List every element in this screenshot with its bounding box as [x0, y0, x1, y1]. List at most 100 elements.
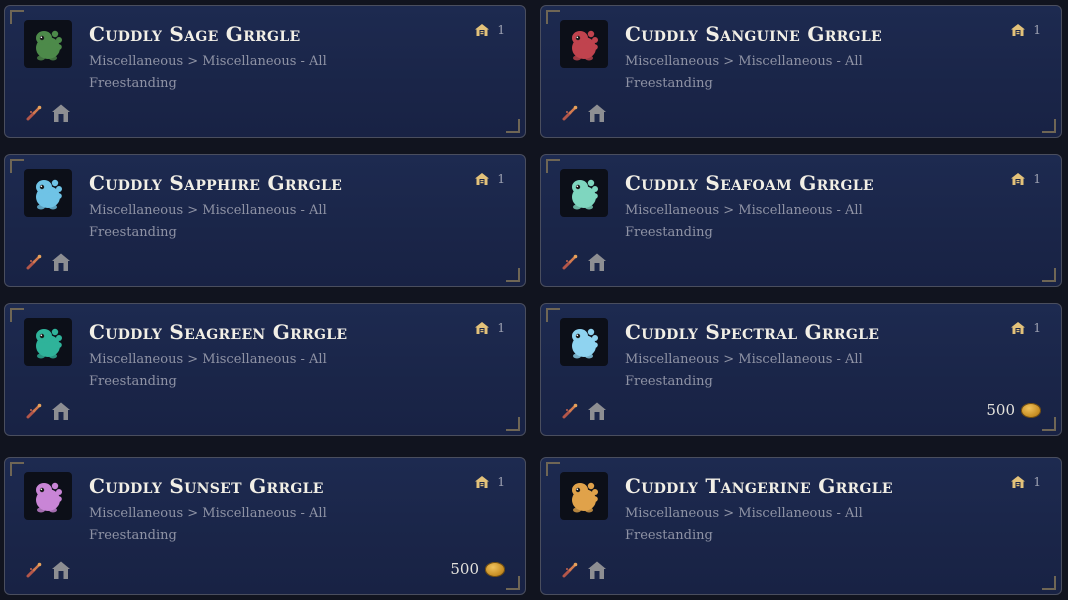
corner-ornament — [10, 462, 24, 476]
housing-home-icon[interactable] — [51, 103, 71, 123]
tangerine-grrgle-icon — [572, 482, 598, 513]
housing-home-icon[interactable] — [587, 252, 607, 272]
item-category: Miscellaneous > Miscellaneous - All — [89, 54, 327, 69]
item-thumbnail — [24, 472, 72, 520]
item-title: Cuddly Tangerine Grrgle — [625, 474, 893, 498]
sapphire-grrgle-icon — [36, 179, 62, 210]
owned-count-value: 1 — [1033, 475, 1041, 489]
item-tags — [25, 252, 71, 272]
corner-ornament — [506, 268, 520, 282]
item-category: Miscellaneous > Miscellaneous - All — [89, 506, 327, 521]
item-card-4[interactable]: Cuddly Seafoam Grrgle Miscellaneous > Mi… — [540, 154, 1062, 287]
dye-brush-icon[interactable] — [25, 253, 43, 271]
owned-count: 1 — [474, 23, 505, 37]
housing-home-icon[interactable] — [587, 103, 607, 123]
item-category: Miscellaneous > Miscellaneous - All — [625, 506, 863, 521]
item-tags — [561, 252, 607, 272]
housing-home-icon[interactable] — [51, 252, 71, 272]
corner-ornament — [1042, 417, 1056, 431]
owned-count-value: 1 — [1033, 23, 1041, 37]
storage-house-icon — [475, 24, 490, 36]
item-tags — [561, 560, 607, 580]
item-placement: Freestanding — [89, 225, 177, 240]
item-title: Cuddly Spectral Grrgle — [625, 320, 880, 344]
owned-count-value: 1 — [497, 172, 505, 186]
item-title: Cuddly Sapphire Grrgle — [89, 171, 343, 195]
owned-count-value: 1 — [1033, 321, 1041, 335]
housing-home-icon[interactable] — [587, 560, 607, 580]
gil-coin-icon — [485, 561, 505, 577]
item-grid: Cuddly Sage Grrgle Miscellaneous > Misce… — [0, 0, 1068, 600]
corner-ornament — [546, 462, 560, 476]
corner-ornament — [10, 308, 24, 322]
item-thumbnail — [560, 169, 608, 217]
item-tags — [25, 560, 71, 580]
item-title: Cuddly Seagreen Grrgle — [89, 320, 348, 344]
item-card-6[interactable]: Cuddly Spectral Grrgle Miscellaneous > M… — [540, 303, 1062, 436]
owned-count: 1 — [474, 321, 505, 335]
item-card-3[interactable]: Cuddly Sapphire Grrgle Miscellaneous > M… — [4, 154, 526, 287]
item-placement: Freestanding — [625, 374, 713, 389]
owned-count: 1 — [1010, 172, 1041, 186]
item-placement: Freestanding — [625, 76, 713, 91]
item-category: Miscellaneous > Miscellaneous - All — [625, 54, 863, 69]
item-thumbnail — [560, 318, 608, 366]
corner-ornament — [506, 576, 520, 590]
seafoam-grrgle-icon — [572, 179, 598, 210]
item-category: Miscellaneous > Miscellaneous - All — [89, 352, 327, 367]
owned-count: 1 — [1010, 475, 1041, 489]
item-tags — [25, 103, 71, 123]
item-title: Cuddly Sage Grrgle — [89, 22, 301, 46]
dye-brush-icon[interactable] — [561, 104, 579, 122]
dye-brush-icon[interactable] — [561, 561, 579, 579]
storage-house-icon — [1011, 24, 1026, 36]
item-card-7[interactable]: Cuddly Sunset Grrgle Miscellaneous > Mis… — [4, 457, 526, 595]
item-thumbnail — [24, 169, 72, 217]
housing-home-icon[interactable] — [51, 560, 71, 580]
item-thumbnail — [560, 20, 608, 68]
item-card-2[interactable]: Cuddly Sanguine Grrgle Miscellaneous > M… — [540, 5, 1062, 138]
owned-count-value: 1 — [1033, 172, 1041, 186]
corner-ornament — [1042, 119, 1056, 133]
item-tags — [25, 401, 71, 421]
item-price: 500 — [450, 560, 505, 578]
dye-brush-icon[interactable] — [25, 402, 43, 420]
price-amount: 500 — [450, 560, 479, 578]
corner-ornament — [1042, 576, 1056, 590]
sage-grrgle-icon — [36, 30, 62, 61]
item-placement: Freestanding — [89, 528, 177, 543]
owned-count: 1 — [1010, 321, 1041, 335]
item-title: Cuddly Sunset Grrgle — [89, 474, 324, 498]
storage-house-icon — [1011, 476, 1026, 488]
item-title: Cuddly Seafoam Grrgle — [625, 171, 874, 195]
sunset-grrgle-icon — [36, 482, 62, 513]
item-card-5[interactable]: Cuddly Seagreen Grrgle Miscellaneous > M… — [4, 303, 526, 436]
price-amount: 500 — [986, 401, 1015, 419]
corner-ornament — [10, 10, 24, 24]
owned-count: 1 — [1010, 23, 1041, 37]
item-card-1[interactable]: Cuddly Sage Grrgle Miscellaneous > Misce… — [4, 5, 526, 138]
corner-ornament — [506, 417, 520, 431]
housing-home-icon[interactable] — [587, 401, 607, 421]
owned-count-value: 1 — [497, 321, 505, 335]
housing-home-icon[interactable] — [51, 401, 71, 421]
storage-house-icon — [475, 322, 490, 334]
item-card-8[interactable]: Cuddly Tangerine Grrgle Miscellaneous > … — [540, 457, 1062, 595]
corner-ornament — [546, 308, 560, 322]
item-category: Miscellaneous > Miscellaneous - All — [625, 352, 863, 367]
corner-ornament — [1042, 268, 1056, 282]
item-category: Miscellaneous > Miscellaneous - All — [625, 203, 863, 218]
seagreen-grrgle-icon — [36, 328, 62, 359]
spectral-grrgle-icon — [572, 328, 598, 359]
item-thumbnail — [24, 318, 72, 366]
dye-brush-icon[interactable] — [25, 561, 43, 579]
dye-brush-icon[interactable] — [561, 402, 579, 420]
dye-brush-icon[interactable] — [25, 104, 43, 122]
owned-count-value: 1 — [497, 23, 505, 37]
item-placement: Freestanding — [89, 76, 177, 91]
storage-house-icon — [1011, 173, 1026, 185]
item-title: Cuddly Sanguine Grrgle — [625, 22, 882, 46]
item-thumbnail — [560, 472, 608, 520]
corner-ornament — [506, 119, 520, 133]
dye-brush-icon[interactable] — [561, 253, 579, 271]
